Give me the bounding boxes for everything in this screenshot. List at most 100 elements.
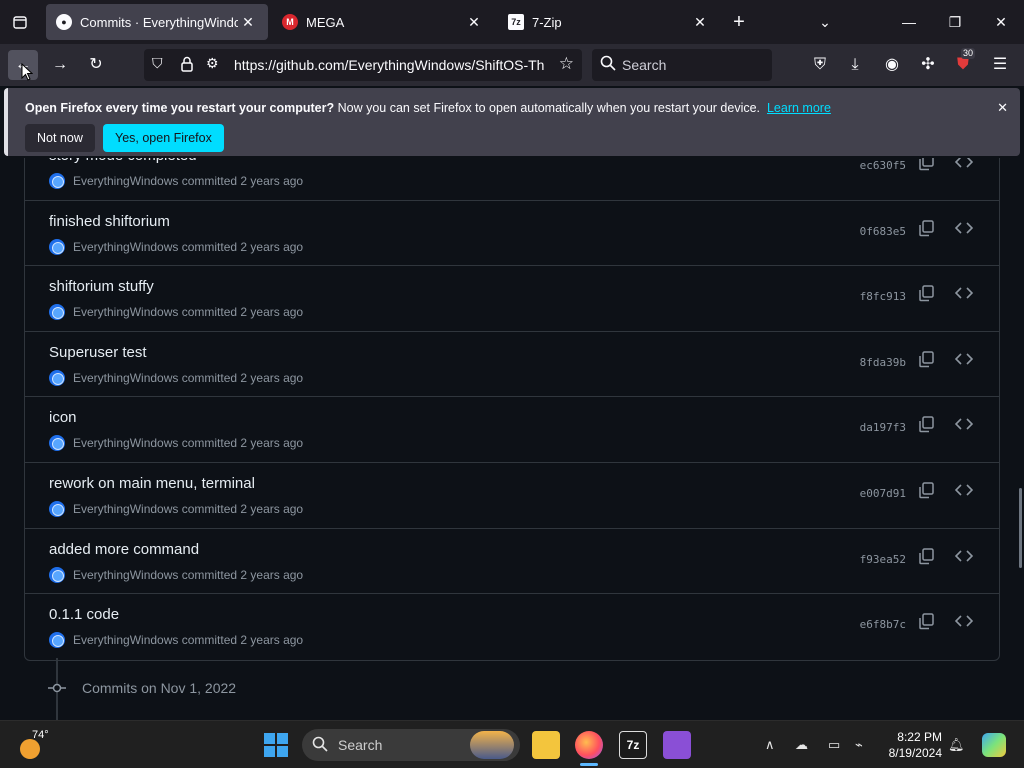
commit-title[interactable]: added more command: [49, 541, 199, 558]
commit-sha-link[interactable]: f93ea52: [860, 553, 906, 566]
commit-author[interactable]: EverythingWindows: [73, 371, 178, 385]
commit-date-header: Commits on Nov 1, 2022: [48, 680, 236, 696]
commit-time: committed 2 years ago: [181, 501, 304, 516]
clock[interactable]: 8:22 PM 8/19/2024: [889, 729, 942, 761]
browse-repo-button[interactable]: [953, 415, 975, 437]
code-icon: [954, 484, 974, 496]
tab-commits[interactable]: ● Commits · EverythingWindows ✕: [46, 4, 268, 40]
firefox-taskbar-button[interactable]: [575, 731, 603, 759]
visual-studio-button[interactable]: [663, 731, 691, 759]
copy-sha-button[interactable]: [917, 158, 939, 175]
close-tab-icon[interactable]: ✕: [464, 14, 484, 31]
avatar[interactable]: [49, 566, 65, 583]
close-notification-icon[interactable]: ✕: [997, 100, 1008, 116]
avatar[interactable]: [49, 500, 65, 517]
avatar[interactable]: [49, 173, 65, 189]
list-tabs-chevron-icon[interactable]: ⌄: [810, 8, 840, 36]
copy-sha-button[interactable]: [917, 415, 939, 437]
copilot-button[interactable]: [982, 733, 1006, 757]
menu-button[interactable]: ☰: [985, 50, 1015, 80]
commit-title[interactable]: shiftorium stuffy: [49, 278, 154, 295]
weather-widget[interactable]: 74°: [18, 729, 58, 761]
browse-repo-button[interactable]: [953, 612, 975, 634]
new-tab-button[interactable]: +: [724, 8, 754, 36]
browse-repo-button[interactable]: [953, 547, 975, 569]
yes-open-firefox-button[interactable]: Yes, open Firefox: [103, 124, 224, 152]
permissions-icon[interactable]: ⚙: [206, 55, 219, 72]
commit-title[interactable]: rework on main menu, terminal: [49, 475, 255, 492]
avatar[interactable]: [49, 632, 65, 649]
avatar[interactable]: [49, 435, 65, 452]
account-button[interactable]: ◉: [877, 50, 907, 80]
commit-sha-link[interactable]: f8fc913: [860, 290, 906, 303]
commit-author[interactable]: EverythingWindows: [73, 305, 178, 319]
notification-bell-icon[interactable]: 🔔︎: [948, 737, 965, 753]
maximize-button[interactable]: ❐: [940, 8, 970, 36]
show-hidden-icons-chevron[interactable]: ∧: [765, 737, 775, 753]
commit-author[interactable]: EverythingWindows: [73, 568, 178, 582]
ublock-button[interactable]: ⛊ 30: [948, 48, 978, 80]
not-now-button[interactable]: Not now: [25, 124, 95, 152]
reload-button[interactable]: ↻: [81, 50, 111, 80]
tracking-protection-icon[interactable]: ⛉: [152, 55, 163, 72]
bookmark-star-icon[interactable]: ☆: [559, 54, 574, 74]
commit-sha-link[interactable]: ec630f5: [860, 159, 906, 172]
commit-sha-link[interactable]: da197f3: [860, 421, 906, 434]
avatar[interactable]: [49, 369, 65, 386]
downloads-button[interactable]: ⤓: [840, 50, 870, 80]
display-icon[interactable]: ▭: [828, 737, 840, 753]
browse-repo-button[interactable]: [953, 284, 975, 306]
copy-sha-button[interactable]: [917, 547, 939, 569]
commit-sha-link[interactable]: e007d91: [860, 487, 906, 500]
copy-sha-button[interactable]: [917, 284, 939, 306]
onedrive-icon[interactable]: ☁: [795, 737, 808, 753]
commit-sha-link[interactable]: 0f683e5: [860, 225, 906, 238]
close-tab-icon[interactable]: ✕: [690, 14, 710, 31]
commit-title[interactable]: finished shiftorium: [49, 213, 170, 230]
commit-author[interactable]: EverythingWindows: [73, 436, 178, 450]
network-icon[interactable]: ⌁: [855, 737, 863, 753]
avatar[interactable]: [49, 238, 65, 255]
navigation-toolbar: ← → ↻ ⛉ ⚙ https://github.com/EverythingW…: [0, 44, 1024, 86]
commit-title[interactable]: Superuser test: [49, 344, 147, 361]
browse-repo-button[interactable]: [953, 350, 975, 372]
scrollbar-thumb[interactable]: [1019, 488, 1022, 568]
minimize-button[interactable]: —: [894, 8, 924, 36]
commit-author[interactable]: EverythingWindows: [73, 633, 178, 647]
7zip-taskbar-button[interactable]: 7z: [619, 731, 647, 759]
commit-title[interactable]: story mode completed: [49, 158, 197, 164]
commit-author[interactable]: EverythingWindows: [73, 502, 178, 516]
avatar[interactable]: [49, 304, 65, 321]
file-explorer-button[interactable]: [532, 731, 560, 759]
address-bar[interactable]: ⛉ ⚙ https://github.com/EverythingWindows…: [144, 49, 582, 81]
lock-icon[interactable]: [180, 56, 194, 77]
list-all-tabs-button[interactable]: [5, 7, 35, 37]
copy-sha-button[interactable]: [917, 350, 939, 372]
commit-sha-link[interactable]: 8fda39b: [860, 356, 906, 369]
search-bar[interactable]: Search: [592, 49, 772, 81]
copy-sha-button[interactable]: [917, 612, 939, 634]
browse-repo-button[interactable]: [953, 158, 975, 175]
copy-sha-button[interactable]: [917, 481, 939, 503]
page-scrollbar[interactable]: [1018, 158, 1024, 720]
taskbar-search[interactable]: Search: [302, 729, 520, 761]
start-button[interactable]: [264, 733, 288, 757]
tab-mega[interactable]: M MEGA ✕: [272, 4, 494, 40]
clock-time: 8:22 PM: [897, 730, 942, 744]
tab-7zip[interactable]: 7z 7-Zip ✕: [498, 4, 720, 40]
pocket-button[interactable]: ⛨: [805, 50, 835, 80]
url-text[interactable]: https://github.com/EverythingWindows/Shi…: [234, 57, 546, 73]
commit-author[interactable]: EverythingWindows: [73, 174, 178, 188]
close-tab-icon[interactable]: ✕: [238, 14, 258, 31]
learn-more-link[interactable]: Learn more: [767, 101, 831, 115]
commit-sha-link[interactable]: e6f8b7c: [860, 618, 906, 631]
commit-title[interactable]: icon: [49, 409, 77, 426]
browse-repo-button[interactable]: [953, 219, 975, 241]
copy-sha-button[interactable]: [917, 219, 939, 241]
forward-button[interactable]: →: [45, 50, 75, 80]
extensions-button[interactable]: ✣: [913, 50, 943, 80]
commit-author[interactable]: EverythingWindows: [73, 240, 178, 254]
browse-repo-button[interactable]: [953, 481, 975, 503]
commit-title[interactable]: 0.1.1 code: [49, 606, 119, 623]
close-window-button[interactable]: ✕: [986, 8, 1016, 36]
